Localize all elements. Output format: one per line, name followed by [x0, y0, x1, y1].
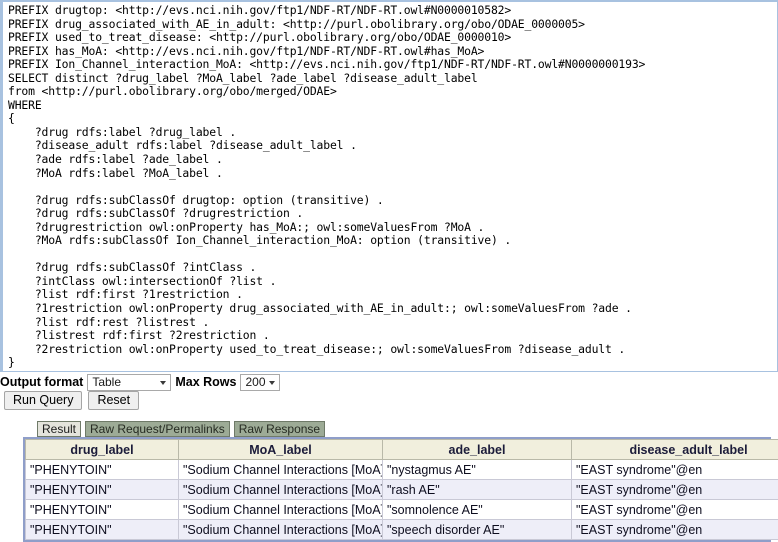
table-cell: "PHENYTOIN" — [26, 500, 179, 520]
table-cell: "Sodium Channel Interactions [MoA]" — [179, 480, 383, 500]
tab-raw-response[interactable]: Raw Response — [234, 421, 325, 437]
table-row: "PHENYTOIN""Sodium Channel Interactions … — [26, 460, 778, 480]
tab-raw-request-permalinks[interactable]: Raw Request/Permalinks — [85, 421, 230, 437]
table-cell: "PHENYTOIN" — [26, 480, 179, 500]
column-header-ade-label[interactable]: ade_label — [383, 440, 572, 460]
table-cell: "nystagmus AE" — [383, 460, 572, 480]
table-cell: "Sodium Channel Interactions [MoA]" — [179, 460, 383, 480]
tab-result[interactable]: Result — [37, 421, 81, 437]
table-cell: "EAST syndrome"@en — [572, 480, 778, 500]
results-table: drug_label MoA_label ade_label disease_a… — [25, 439, 778, 540]
table-cell: "Sodium Channel Interactions [MoA]" — [179, 520, 383, 540]
table-cell: "PHENYTOIN" — [26, 460, 179, 480]
table-header-row: drug_label MoA_label ade_label disease_a… — [26, 440, 778, 460]
output-format-label: Output format — [0, 374, 83, 390]
table-cell: "speech disorder AE" — [383, 520, 572, 540]
reset-button[interactable]: Reset — [88, 391, 139, 410]
table-cell: "EAST syndrome"@en — [572, 460, 778, 480]
output-format-select[interactable]: Table — [87, 374, 171, 391]
table-row: "PHENYTOIN""Sodium Channel Interactions … — [26, 520, 778, 540]
chevron-down-icon — [160, 381, 166, 385]
results-table-head: drug_label MoA_label ade_label disease_a… — [26, 440, 778, 460]
run-query-button[interactable]: Run Query — [4, 391, 82, 410]
max-rows-value: 200 — [245, 375, 265, 389]
max-rows-label: Max Rows — [175, 374, 236, 390]
results-table-container: drug_label MoA_label ade_label disease_a… — [23, 437, 771, 542]
sparql-query-text[interactable]: PREFIX drugtop: <http://evs.nci.nih.gov/… — [3, 2, 777, 370]
column-header-moa-label[interactable]: MoA_label — [179, 440, 383, 460]
table-row: "PHENYTOIN""Sodium Channel Interactions … — [26, 500, 778, 520]
table-cell: "Sodium Channel Interactions [MoA]" — [179, 500, 383, 520]
results-table-body: "PHENYTOIN""Sodium Channel Interactions … — [26, 460, 778, 540]
query-options-row: Output format Table Max Rows 200 — [0, 373, 778, 391]
table-row: "PHENYTOIN""Sodium Channel Interactions … — [26, 480, 778, 500]
action-buttons-row: Run Query Reset — [4, 391, 139, 411]
sparql-query-textarea[interactable]: PREFIX drugtop: <http://evs.nci.nih.gov/… — [0, 0, 778, 372]
max-rows-select[interactable]: 200 — [240, 374, 280, 391]
table-cell: "somnolence AE" — [383, 500, 572, 520]
column-header-drug-label[interactable]: drug_label — [26, 440, 179, 460]
table-cell: "EAST syndrome"@en — [572, 500, 778, 520]
chevron-down-icon — [269, 381, 275, 385]
column-header-disease-adult-label[interactable]: disease_adult_label — [572, 440, 778, 460]
table-cell: "EAST syndrome"@en — [572, 520, 778, 540]
table-cell: "rash AE" — [383, 480, 572, 500]
table-cell: "PHENYTOIN" — [26, 520, 179, 540]
result-tabs: Result Raw Request/Permalinks Raw Respon… — [37, 421, 325, 437]
output-format-value: Table — [92, 375, 121, 389]
